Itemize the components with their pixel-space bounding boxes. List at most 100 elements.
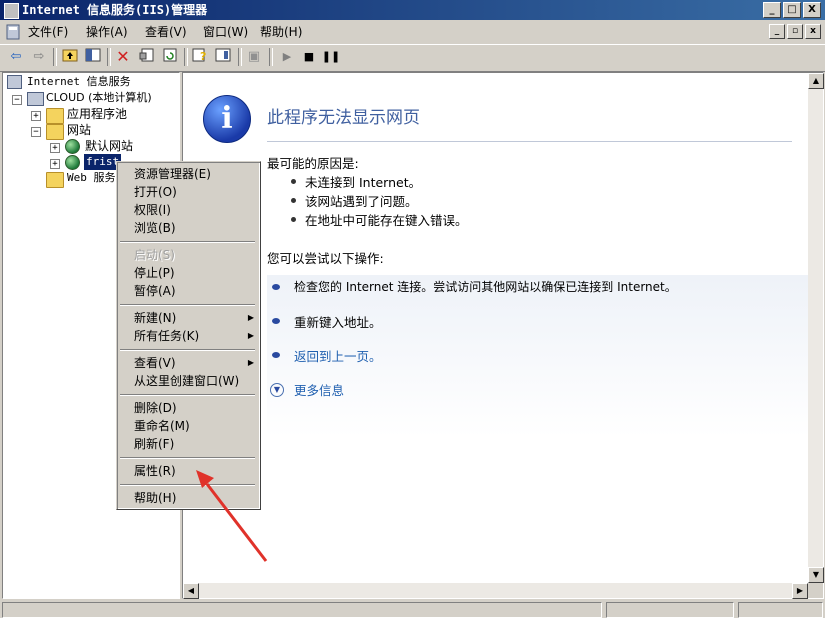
menu-item-help[interactable]: 帮助(H) (134, 490, 176, 506)
menu-separator (120, 241, 255, 243)
menu-item-open[interactable]: 打开(O) (134, 184, 177, 200)
bullet (291, 179, 296, 184)
menu-item-stop[interactable]: 停止(P) (134, 265, 175, 281)
vertical-scrollbar[interactable]: ▲ ▼ (808, 73, 824, 583)
menu-item-refresh[interactable]: 刷新(F) (134, 436, 174, 452)
menu-separator (120, 457, 255, 459)
forward-icon[interactable]: ⇨ (29, 48, 49, 66)
menu-item-all-tasks[interactable]: 所有任务(K) (134, 328, 199, 344)
folder-icon (46, 108, 64, 124)
mdi-close-button[interactable]: x (805, 24, 821, 39)
toolbar-separator (53, 48, 57, 66)
error-title: 此程序无法显示网页 (267, 108, 420, 128)
menu-separator (120, 394, 255, 396)
website-globe-icon (65, 139, 80, 154)
menu-item-explorer[interactable]: 资源管理器(E) (134, 166, 211, 182)
status-pane-main (2, 602, 602, 618)
more-info-link[interactable]: 更多信息 (294, 380, 344, 399)
divider (267, 141, 792, 142)
menu-item-new[interactable]: 新建(N) (134, 310, 254, 326)
status-pane (606, 602, 734, 618)
expand-icon[interactable]: + (31, 111, 41, 121)
error-page: i 此程序无法显示网页 最可能的原因是: 未连接到 Internet。 该网站遇… (183, 73, 808, 583)
submenu-arrow-icon: ▶ (247, 313, 254, 322)
tree-item-websites[interactable]: 网站 (67, 122, 91, 138)
status-bar (0, 600, 825, 618)
folder-icon (46, 172, 64, 188)
menu-item-start: 启动(S) (134, 248, 175, 262)
toolbar: ⇦ ⇨ ✕ ? ▣ ▶ ■ ❚❚ (0, 44, 825, 72)
play-icon[interactable]: ▶ (277, 48, 297, 66)
stop-icon[interactable]: ■ (299, 48, 319, 66)
menu-action[interactable]: 操作(A) (86, 24, 128, 40)
causes-heading: 最可能的原因是: (267, 156, 359, 171)
back-icon[interactable]: ⇦ (6, 48, 26, 66)
collapse-icon[interactable]: − (31, 127, 41, 137)
status-pane (738, 602, 823, 618)
close-button[interactable]: X (803, 2, 821, 18)
horizontal-scrollbar[interactable]: ◀ ▶ (183, 583, 808, 599)
console-icon[interactable] (213, 48, 233, 66)
scroll-down-button[interactable]: ▼ (808, 567, 824, 583)
mdi-minimize-button[interactable]: _ (769, 24, 785, 39)
toolbar-separator (184, 48, 188, 66)
folder-icon (46, 124, 64, 140)
expand-icon[interactable]: + (50, 143, 60, 153)
menu-item-new-window[interactable]: 从这里创建窗口(W) (134, 373, 239, 389)
up-folder-icon[interactable] (60, 48, 80, 66)
scroll-right-button[interactable]: ▶ (792, 583, 808, 599)
submenu-arrow-icon: ▶ (247, 358, 254, 367)
properties-icon[interactable] (137, 48, 157, 66)
menu-item-pause[interactable]: 暂停(A) (134, 283, 176, 299)
menu-help[interactable]: 帮助(H) (260, 24, 302, 40)
title-bar: Internet 信息服务(IIS)管理器 _ □ X (0, 0, 825, 20)
tree-item-iis-root[interactable]: Internet 信息服务 (27, 74, 131, 90)
expand-more-icon[interactable]: ▼ (270, 383, 284, 397)
actions-heading: 您可以尝试以下操作: (267, 251, 384, 266)
back-link[interactable]: 返回到上一页。 (294, 346, 382, 365)
tree-item-computer[interactable]: CLOUD (本地计算机) (46, 90, 152, 106)
menu-separator (120, 484, 255, 486)
context-menu: 资源管理器(E) 打开(O) 权限(I) 浏览(B) 启动(S) 停止(P) 暂… (116, 161, 261, 510)
bullet-icon (272, 284, 280, 290)
toolbar-separator (269, 48, 273, 66)
action-item: 重新键入地址。 (294, 315, 382, 330)
scroll-up-button[interactable]: ▲ (808, 73, 824, 89)
info-icon: i (203, 95, 251, 143)
menu-item-browse[interactable]: 浏览(B) (134, 220, 176, 236)
menu-window[interactable]: 窗口(W) (203, 24, 248, 40)
menu-item-properties[interactable]: 属性(R) (134, 463, 176, 479)
website-globe-icon (65, 155, 80, 170)
refresh-icon[interactable] (160, 48, 180, 66)
content-pane: i 此程序无法显示网页 最可能的原因是: 未连接到 Internet。 该网站遇… (182, 72, 824, 599)
tree-item-default-site[interactable]: 默认网站 (85, 138, 133, 154)
computer-icon[interactable]: ▣ (244, 48, 264, 66)
bullet-icon (272, 318, 280, 324)
help-icon[interactable]: ? (190, 48, 210, 66)
iis-app-icon (4, 3, 19, 19)
show-tree-icon[interactable] (83, 48, 103, 66)
mdi-restore-button[interactable]: ▫ (787, 24, 803, 39)
cause-item: 在地址中可能存在键入错误。 (305, 213, 468, 228)
iis-root-icon (7, 75, 22, 89)
menu-item-permissions[interactable]: 权限(I) (134, 202, 171, 218)
mdi-controls: _ ▫ x (769, 24, 821, 39)
menu-item-view[interactable]: 查看(V) (134, 355, 176, 371)
mmc-icon[interactable] (5, 24, 21, 40)
svg-text:?: ? (200, 50, 206, 62)
menu-item-delete[interactable]: 删除(D) (134, 400, 177, 416)
expand-icon[interactable]: + (50, 159, 60, 169)
menu-view[interactable]: 查看(V) (145, 24, 187, 40)
scroll-left-button[interactable]: ◀ (183, 583, 199, 599)
minimize-button[interactable]: _ (763, 2, 781, 18)
delete-icon[interactable]: ✕ (113, 48, 133, 66)
bullet-icon (272, 352, 280, 358)
pause-icon[interactable]: ❚❚ (321, 48, 341, 66)
maximize-button[interactable]: □ (783, 2, 801, 18)
tree-item-app-pools[interactable]: 应用程序池 (67, 106, 127, 122)
computer-icon (27, 92, 44, 106)
menu-file[interactable]: 文件(F) (28, 24, 68, 40)
collapse-icon[interactable]: − (12, 95, 22, 105)
toolbar-separator (238, 48, 242, 66)
menu-item-rename[interactable]: 重命名(M) (134, 418, 190, 434)
